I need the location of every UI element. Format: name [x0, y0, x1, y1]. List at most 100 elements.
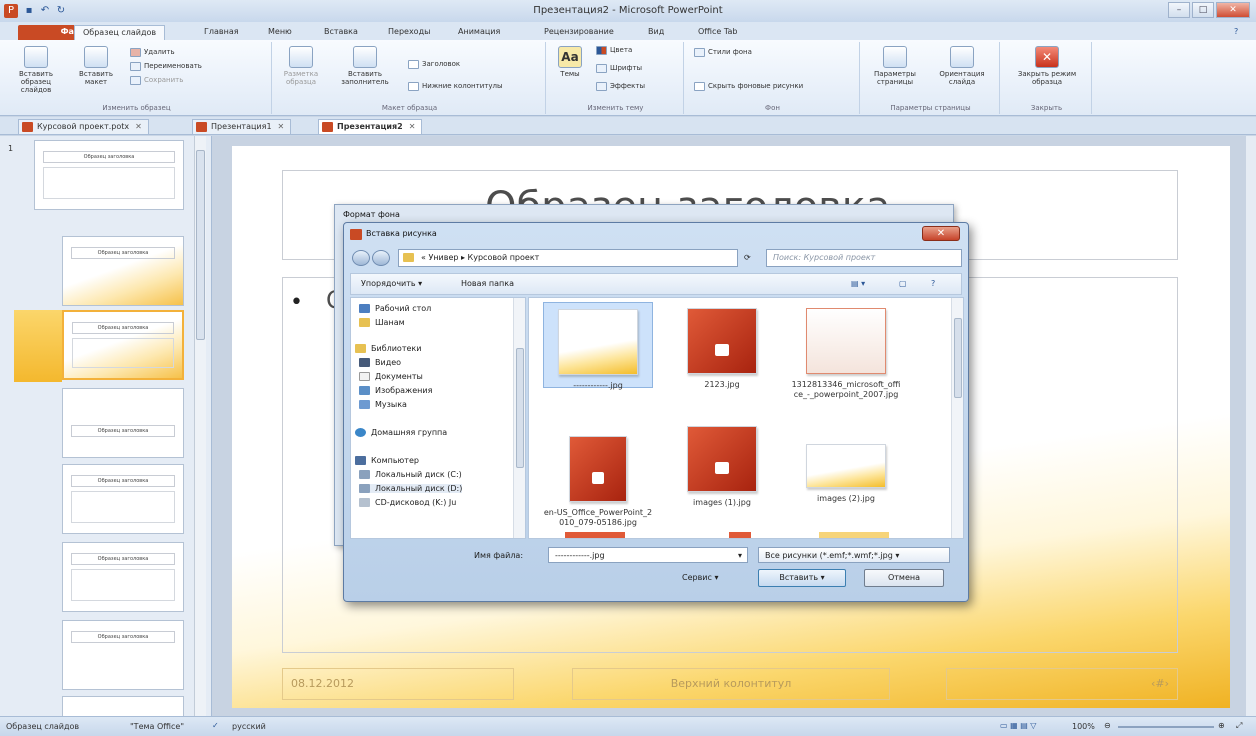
close-master-button[interactable]: ✕ Закрыть режим образца [1006, 46, 1088, 86]
file-item-3[interactable]: 1312813346_microsoft_office_-_powerpoint… [791, 302, 901, 400]
scroll-thumb[interactable] [954, 318, 962, 398]
tab-insert[interactable]: Вставка [316, 25, 366, 40]
new-folder-button[interactable]: Новая папка [461, 279, 514, 288]
insert-layout-button[interactable]: Вставить макет [68, 46, 124, 86]
rename-button[interactable]: Переименовать [130, 62, 202, 71]
preview-pane-icon[interactable]: ▢ [899, 279, 907, 288]
title-checkbox[interactable]: Заголовок [408, 60, 460, 69]
thumbnail-layout-5[interactable]: Образец заголовка [62, 542, 184, 612]
thumbnails-scrollbar[interactable] [194, 136, 206, 716]
tools-button[interactable]: Сервис ▾ [682, 573, 718, 582]
hide-bg-checkbox[interactable]: Скрыть фоновые рисунки [694, 82, 803, 91]
tab-animation[interactable]: Анимация [450, 25, 508, 40]
preserve-button[interactable]: Сохранить [130, 76, 183, 85]
language-label[interactable]: русский [232, 722, 266, 731]
cancel-button[interactable]: Отмена [864, 569, 944, 587]
file-type-select[interactable]: Все рисунки (*.emf;*.wmf;*.jpg ▾ [758, 547, 950, 563]
tree-item-video[interactable]: Видео [359, 358, 401, 367]
tree-item-homegroup[interactable]: Домашняя группа [355, 428, 447, 437]
view-icon[interactable]: ▤ ▾ [851, 279, 865, 288]
file-item-4[interactable]: en-US_Office_PowerPoint_2010_079-05186.j… [543, 432, 653, 528]
slide-scrollbar[interactable] [1246, 136, 1256, 716]
delete-button[interactable]: Удалить [130, 48, 175, 57]
file-item-6[interactable]: images (2).jpg [791, 422, 901, 504]
slide-number-placeholder[interactable]: ‹#› [946, 668, 1178, 700]
address-bar[interactable]: « Универ ▸ Курсовой проект [398, 249, 738, 267]
view-buttons-icon[interactable]: ▭ ▦ ▤ ▽ [1000, 721, 1036, 730]
fonts-button[interactable]: Шрифты [596, 64, 642, 73]
tree-item-cd-drive[interactable]: CD-дисковод (K:) Ju [359, 498, 456, 507]
file-list-scrollbar[interactable] [951, 298, 963, 538]
help-icon[interactable]: ? [931, 279, 935, 288]
close-icon[interactable]: ✕ [409, 122, 416, 131]
tree-item-documents[interactable]: Документы [359, 372, 423, 381]
thumbnail-layout-6[interactable]: Образец заголовка [62, 620, 184, 690]
fit-window-icon[interactable]: ⤢ [1236, 721, 1242, 731]
back-icon[interactable] [352, 250, 370, 266]
file-thumbnail [806, 444, 886, 488]
forward-icon[interactable] [372, 250, 390, 266]
scroll-thumb[interactable] [516, 348, 524, 468]
date-placeholder[interactable]: 08.12.2012 [282, 668, 514, 700]
tree-item-user[interactable]: Шанам [359, 318, 405, 327]
colors-button[interactable]: Цвета [596, 46, 632, 55]
thumbnail-master[interactable]: Образец заголовка [34, 140, 184, 210]
thumb-title: Образец заголовка [71, 475, 175, 487]
zoom-out-icon[interactable]: ⊖ [1104, 721, 1111, 730]
tab-transitions[interactable]: Переходы [380, 25, 438, 40]
chevron-down-icon[interactable]: ▾ [821, 573, 825, 582]
tab-home[interactable]: Главная [196, 25, 247, 40]
tree-item-music[interactable]: Музыка [359, 400, 407, 409]
close-icon[interactable]: ✕ [278, 122, 285, 131]
help-icon[interactable]: ? [1226, 25, 1246, 40]
file-item-1[interactable]: ------------.jpg [543, 302, 653, 390]
orientation-button[interactable]: Ориентация слайда [928, 46, 996, 86]
chevron-down-icon[interactable]: ▾ [738, 551, 742, 560]
file-item-2[interactable]: 2123.jpg [667, 302, 777, 390]
tree-scrollbar[interactable] [513, 298, 525, 538]
tab-menu[interactable]: Меню [260, 25, 300, 40]
search-input[interactable]: Поиск: Курсовой проект [766, 249, 962, 267]
filename-input[interactable]: ------------.jpg [548, 547, 748, 563]
tree-item-desktop[interactable]: Рабочий стол [359, 304, 431, 313]
bg-styles-button[interactable]: Стили фона [694, 48, 752, 57]
zoom-in-icon[interactable]: ⊕ [1218, 721, 1225, 730]
file-item-5[interactable]: images (1).jpg [667, 422, 777, 508]
tab-view[interactable]: Вид [640, 25, 672, 40]
thumbnail-layout-1[interactable]: Образец заголовка [62, 236, 184, 306]
insert-master-button[interactable]: Вставить образец слайдов [6, 46, 66, 94]
zoom-level[interactable]: 100% [1072, 722, 1095, 731]
footers-checkbox[interactable]: Нижние колонтитулы [408, 82, 502, 91]
master-layout-button[interactable]: Разметка образца [276, 46, 326, 86]
organize-button[interactable]: Упорядочить ▾ [361, 279, 422, 288]
tab-review[interactable]: Рецензирование [536, 25, 622, 40]
effects-button[interactable]: Эффекты [596, 82, 645, 91]
close-button[interactable]: ✕ [1216, 2, 1250, 18]
tree-item-drive-d[interactable]: Локальный диск (D:) [359, 484, 463, 493]
page-setup-button[interactable]: Параметры страницы [864, 46, 926, 86]
spellcheck-icon[interactable]: ✓ [212, 721, 219, 730]
tab-office-tab[interactable]: Office Tab [690, 25, 745, 40]
thumbnail-layout-2[interactable]: Образец заголовка [62, 310, 184, 380]
tree-item-pictures[interactable]: Изображения [359, 386, 432, 395]
doc-tab-presentation1[interactable]: Презентация1 ✕ [192, 119, 292, 134]
scroll-thumb[interactable] [196, 150, 205, 340]
close-button[interactable]: ✕ [922, 226, 960, 241]
themes-button[interactable]: Aa Темы [552, 46, 588, 78]
insert-button[interactable]: Вставить ▾ [758, 569, 846, 587]
thumbnail-layout-4[interactable]: Образец заголовка [62, 464, 184, 534]
tab-slide-master[interactable]: Образец слайдов [74, 25, 166, 40]
doc-tab-kursovoy[interactable]: Курсовой проект.potx ✕ [18, 119, 149, 134]
minimize-button[interactable]: – [1168, 2, 1190, 18]
tree-item-drive-c[interactable]: Локальный диск (C:) [359, 470, 462, 479]
refresh-icon[interactable]: ⟳ [744, 253, 751, 262]
close-icon[interactable]: ✕ [135, 122, 142, 131]
thumbnail-layout-3[interactable]: Образец заголовка [62, 388, 184, 458]
tree-item-computer[interactable]: Компьютер [355, 456, 419, 465]
zoom-slider[interactable] [1118, 726, 1214, 728]
maximize-button[interactable]: □ [1192, 2, 1214, 18]
insert-placeholder-button[interactable]: Вставить заполнитель [330, 46, 400, 86]
tree-item-libraries[interactable]: Библиотеки [355, 344, 421, 353]
footer-placeholder[interactable]: Верхний колонтитул [572, 668, 890, 700]
doc-tab-presentation2[interactable]: Презентация2 ✕ [318, 119, 423, 134]
